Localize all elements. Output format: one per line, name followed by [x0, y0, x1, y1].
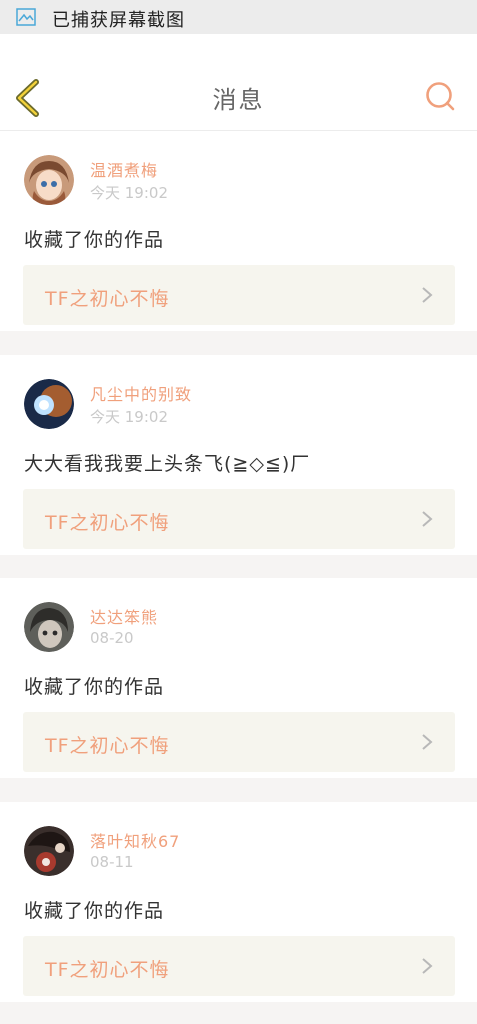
page-title: 消息 — [212, 86, 265, 114]
user-name[interactable]: 温酒煮梅 — [90, 157, 158, 181]
message-card: 温酒煮梅 今天 19:02 收藏了你的作品 TF之初心不悔 — [0, 131, 477, 331]
message-text: 收藏了你的作品 — [24, 900, 165, 922]
chevron-right-icon — [422, 958, 433, 974]
user-avatar[interactable] — [24, 826, 74, 876]
message-text: 收藏了你的作品 — [24, 676, 165, 698]
work-title: TF之初心不悔 — [45, 288, 170, 310]
work-link[interactable]: TF之初心不悔 — [23, 936, 455, 996]
message-time: 今天 19:02 — [90, 184, 168, 202]
app-header: 消息 — [0, 34, 477, 131]
blue-light-avatar — [24, 379, 74, 429]
chevron-right-icon — [422, 734, 433, 750]
work-link[interactable]: TF之初心不悔 — [23, 712, 455, 772]
message-time: 今天 19:02 — [90, 408, 168, 426]
user-avatar[interactable] — [24, 379, 74, 429]
message-time: 08-20 — [90, 629, 134, 647]
user-name[interactable]: 凡尘中的别致 — [90, 381, 192, 405]
message-text: 大大看我我要上头条飞(≧◇≦)厂 — [24, 453, 311, 475]
doll-avatar — [24, 602, 74, 652]
notification-text: 已捕获屏幕截图 — [52, 10, 185, 31]
user-name[interactable]: 达达笨熊 — [90, 604, 158, 628]
message-card: 达达笨熊 08-20 收藏了你的作品 TF之初心不悔 — [0, 578, 477, 778]
user-avatar[interactable] — [24, 155, 74, 205]
chevron-right-icon — [422, 511, 433, 527]
work-title: TF之初心不悔 — [45, 512, 170, 534]
user-name[interactable]: 落叶知秋67 — [90, 828, 180, 852]
illustration-avatar — [24, 826, 74, 876]
search-icon[interactable] — [424, 80, 456, 112]
work-link[interactable]: TF之初心不悔 — [23, 489, 455, 549]
work-title: TF之初心不悔 — [45, 735, 170, 757]
user-avatar[interactable] — [24, 602, 74, 652]
notification-bar: 已捕获屏幕截图 — [0, 0, 477, 34]
message-card: 落叶知秋67 08-11 收藏了你的作品 TF之初心不悔 — [0, 802, 477, 1002]
chevron-right-icon — [422, 287, 433, 303]
work-title: TF之初心不悔 — [45, 959, 170, 981]
anime-girl-avatar — [24, 155, 74, 205]
message-card: 凡尘中的别致 今天 19:02 大大看我我要上头条飞(≧◇≦)厂 TF之初心不悔 — [0, 355, 477, 555]
message-text: 收藏了你的作品 — [24, 229, 165, 251]
work-link[interactable]: TF之初心不悔 — [23, 265, 455, 325]
message-time: 08-11 — [90, 853, 134, 871]
screenshot-icon — [16, 8, 36, 26]
